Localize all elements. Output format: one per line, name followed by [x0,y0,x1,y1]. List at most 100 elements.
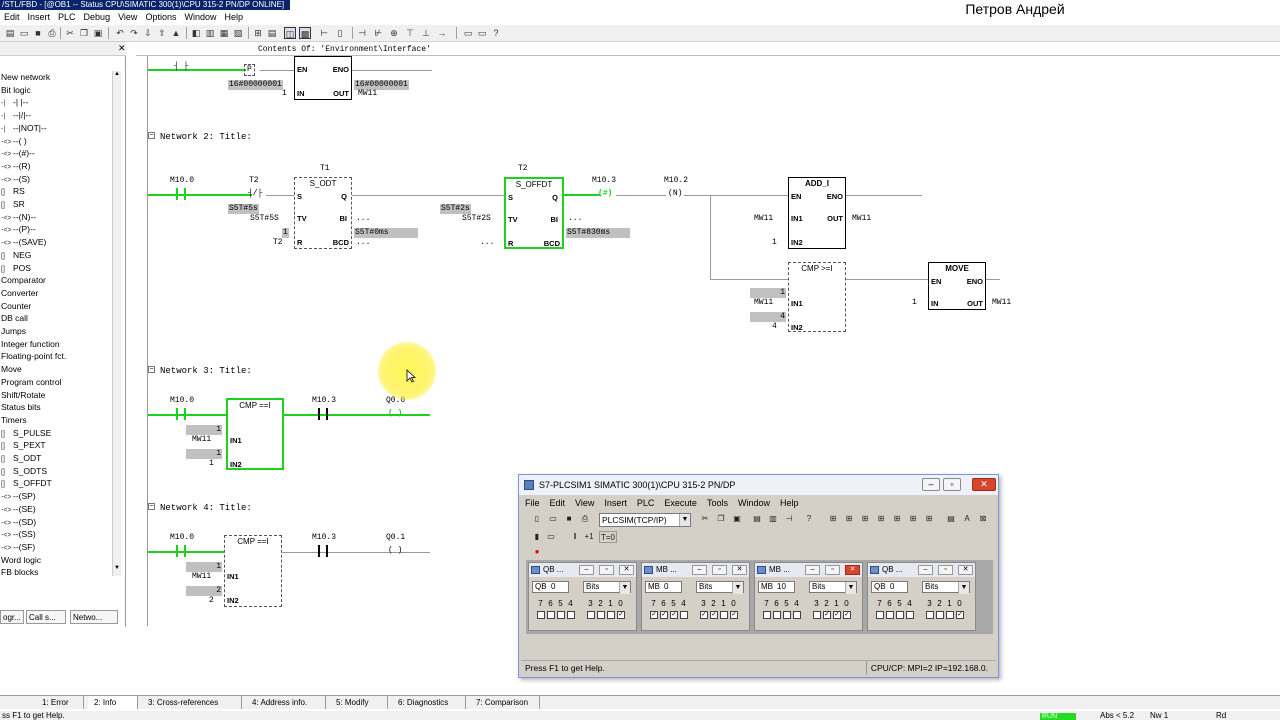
paste-icon[interactable]: ▣ [92,27,104,39]
bit-checkbox[interactable] [587,611,595,619]
module-icon[interactable]: ▥ [204,27,216,39]
bit-checkbox[interactable]: ✓ [730,611,738,619]
menu-debug[interactable]: Debug [84,12,111,22]
contact-nc-t2[interactable]: ┤/├ [248,189,262,199]
scroll-up-icon[interactable]: ▲ [113,71,121,81]
cmp-ge-i-block[interactable]: CMP >=I IN1 IN2 [788,262,846,332]
catalog-item[interactable]: FB blocks [1,566,38,576]
copy-icon[interactable]: ❐ [715,513,727,525]
catalog-item[interactable]: New network [1,71,50,83]
bit-checkbox[interactable]: ✓ [670,611,678,619]
block-regs-icon[interactable]: ⊠ [977,513,989,525]
catalog-item[interactable]: Timers [1,414,27,426]
tab-error[interactable]: 1: Error [36,696,84,709]
subwindow-title[interactable]: QB ... – ▫ ✕ [868,563,975,577]
tab-cross-references[interactable]: 3: Cross-references [142,696,242,709]
maximize-button[interactable]: ▫ [712,565,727,575]
bit-checkbox[interactable] [547,611,555,619]
bit-checkbox[interactable] [773,611,781,619]
bit-checkbox[interactable]: ✓ [700,611,708,619]
menu-window[interactable]: Window [184,12,216,22]
catalog-item[interactable]: -| --|NOT|-- [1,122,47,134]
catalog-item[interactable]: [] RS [1,185,25,197]
insert-output-icon[interactable]: ⊞ [843,513,855,525]
bit-checkbox[interactable] [597,611,605,619]
catalog-item[interactable]: -<>--(SD) [1,516,36,528]
catalog-item[interactable]: -<>--(SE) [1,503,36,515]
menu-plc[interactable]: PLC [58,12,76,22]
status-icon[interactable]: ▩ [299,27,311,39]
catalog-item[interactable]: Bit logic [1,84,31,96]
stack-icon[interactable]: ▤ [945,513,957,525]
format-select[interactable]: Bits ▼ [922,581,970,594]
close-button[interactable]: ✕ [972,478,996,491]
menu-view[interactable]: View [118,12,137,22]
contact-nc-icon[interactable]: ⊬ [372,27,384,39]
bit-checkbox[interactable]: ✓ [833,611,841,619]
close-button[interactable]: ✕ [845,565,860,575]
maximize-button[interactable]: ▫ [825,565,840,575]
bit-checkbox[interactable] [896,611,904,619]
bit-checkbox[interactable] [926,611,934,619]
bit-checkbox[interactable]: ✓ [617,611,625,619]
bit-checkbox[interactable] [906,611,914,619]
plcsim-menu-window[interactable]: Window [738,498,770,508]
coil-m10-3[interactable]: (#) [598,189,612,199]
catalog-item[interactable]: [] S_ODTS [1,465,47,477]
plcsim-menu-plc[interactable]: PLC [637,498,655,508]
box2-icon[interactable]: ▭ [476,27,488,39]
bit-checkbox[interactable] [557,611,565,619]
pin-icon[interactable]: ⊣ [783,513,795,525]
branch-close-icon[interactable]: ⊥ [420,27,432,39]
catalog-item[interactable]: -<>--(S) [1,173,30,185]
catalog-item[interactable]: Program control [1,376,61,388]
save-icon[interactable]: ■ [32,27,44,39]
catalog-item[interactable]: [] SR [1,198,25,210]
bit-checkbox[interactable] [567,611,575,619]
close-button[interactable]: ✕ [619,565,634,575]
maximize-button[interactable]: ▫ [943,478,961,491]
undo-icon[interactable]: ↶ [114,27,126,39]
catalog-item[interactable]: [] POS [1,262,31,274]
menu-options[interactable]: Options [145,12,176,22]
format-select[interactable]: Bits ▼ [583,581,631,594]
tile-icon[interactable]: ▥ [767,513,779,525]
insert-marker-icon[interactable]: ⊞ [859,513,871,525]
cascade-icon[interactable]: ▤ [751,513,763,525]
cut-icon[interactable]: ✂ [64,27,76,39]
collapse-network4-icon[interactable]: − [148,503,155,510]
close-icon[interactable]: ✕ [118,43,126,53]
bit-checkbox[interactable] [876,611,884,619]
catalog-item[interactable]: -<>--(SP) [1,490,36,502]
minimize-button[interactable]: – [805,565,820,575]
paste-icon[interactable]: ▣ [731,513,743,525]
run-mode-icon[interactable]: ▮ [531,531,543,543]
catalog-item[interactable]: Comparator [1,274,46,286]
diagnose-icon[interactable]: ▦ [218,27,230,39]
bit-checkbox[interactable] [720,611,728,619]
catalog-item[interactable]: [] S_PULSE [1,427,51,439]
tab-program[interactable]: ogr... [0,610,24,624]
catalog-item[interactable]: Word logic [1,554,41,566]
catalog-item[interactable]: [] S_OFFDT [1,477,52,489]
tab-diagnostics[interactable]: 6: Diagnostics [392,696,466,709]
bit-checkbox[interactable] [936,611,944,619]
contact-no-icon[interactable]: ⊣ [356,27,368,39]
copy-icon[interactable]: ❐ [78,27,90,39]
edge-p-contact[interactable]: P [244,64,255,76]
redo-icon[interactable]: ↷ [128,27,140,39]
bit-checkbox[interactable]: ✓ [660,611,668,619]
coil-icon[interactable]: ⊕ [388,27,400,39]
save-icon[interactable]: ■ [563,513,575,525]
record-icon[interactable]: ● [531,546,543,558]
open-icon[interactable]: ▭ [18,27,30,39]
address-input[interactable]: 10 [775,581,795,593]
subwindow-title[interactable]: MB ... – ▫ ✕ [755,563,862,577]
connection-icon[interactable]: → [436,27,448,39]
bit-checkbox[interactable] [886,611,894,619]
catalog-item[interactable]: [] NEG [1,249,31,261]
catalog-item[interactable]: DB call [1,312,28,324]
variable-subwindow[interactable]: MB ... – ▫ ✕ MB 10 Bits ▼ 7 6 5 4 3 2 1 0 ✓ ✓ ✓ [754,562,863,631]
catalog-item[interactable]: -| -| |-- [1,96,28,108]
plcsim-window[interactable]: S7-PLCSIM1 SIMATIC 300(1)\CPU 315-2 PN/D… [518,474,999,678]
